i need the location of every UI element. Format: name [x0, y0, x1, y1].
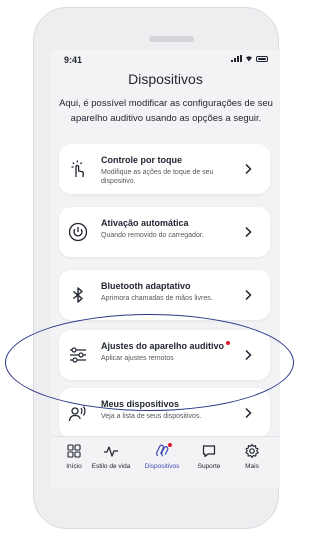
pulse-icon: [104, 446, 118, 457]
notification-dot: [226, 341, 231, 345]
tab-label: Estilo de vida: [91, 463, 131, 470]
tab-label: Dispositivos: [144, 463, 180, 470]
battery-icon: [256, 55, 268, 62]
tab-bar: Início Estilo de vida Dispositivos Supor…: [51, 436, 280, 488]
item-subtitle: Quando removido do carregador.: [101, 232, 204, 239]
signal-icon: [231, 55, 242, 62]
tab-label: Início: [66, 463, 82, 470]
notification-dot: [168, 443, 172, 447]
item-subtitle: Veja a lista de seus dispositivos.: [101, 413, 202, 420]
touch-icon: [71, 160, 84, 178]
tab-lifestyle[interactable]: Estilo de vida: [86, 443, 136, 470]
gear-icon: [245, 443, 259, 458]
grid-icon: [67, 444, 81, 458]
item-subtitle: Modifique as ações de toque de seu dispo…: [101, 169, 214, 185]
chevron-right-icon: [245, 163, 252, 175]
item-title: Meus dispositivos: [101, 399, 180, 409]
bluetooth-icon: [73, 287, 83, 303]
item-title: Ajustes do aparelho auditivo: [101, 341, 231, 351]
item-subtitle: Aplicar ajustes remotos: [101, 355, 174, 362]
status-bar: 9:41: [51, 50, 280, 68]
phone-speaker: [149, 36, 194, 42]
page-intro: Aqui, é possível modificar as configuraç…: [59, 98, 273, 124]
item-my-devices[interactable]: Meus dispositivos Veja a lista de seus d…: [59, 388, 270, 438]
item-adaptive-bluetooth[interactable]: Bluetooth adaptativo Aprimora chamadas d…: [59, 270, 270, 320]
chevron-right-icon: [245, 226, 252, 238]
tab-label: Mais: [245, 463, 259, 470]
power-icon: [68, 222, 88, 242]
page-title: Dispositivos: [128, 71, 203, 87]
chevron-right-icon: [245, 289, 252, 301]
item-touch-control[interactable]: Controle por toque Modifique as ações de…: [59, 144, 270, 194]
chat-icon: [202, 445, 216, 458]
app-screen: 9:41 Dispositivos Aqui, é possível modif…: [51, 50, 280, 488]
item-title: Controle por toque: [101, 155, 182, 165]
item-hearing-aid-adjustments[interactable]: Ajustes do aparelho auditivo Aplicar aju…: [59, 330, 270, 380]
sliders-icon: [70, 347, 86, 363]
chevron-right-icon: [245, 349, 252, 361]
tab-more[interactable]: Mais: [227, 443, 277, 470]
wifi-icon: [246, 56, 252, 62]
item-subtitle: Aprimora chamadas de mãos livres.: [101, 295, 213, 302]
chevron-right-icon: [245, 407, 252, 419]
tab-label: Suporte: [197, 463, 221, 470]
item-auto-activation[interactable]: Ativação automática Quando removido do c…: [59, 207, 270, 257]
item-title: Ativação automática: [101, 218, 189, 228]
person-sound-icon: [68, 406, 86, 422]
item-title: Bluetooth adaptativo: [101, 281, 191, 291]
status-time: 9:41: [64, 55, 83, 65]
tab-devices[interactable]: Dispositivos: [137, 443, 187, 470]
